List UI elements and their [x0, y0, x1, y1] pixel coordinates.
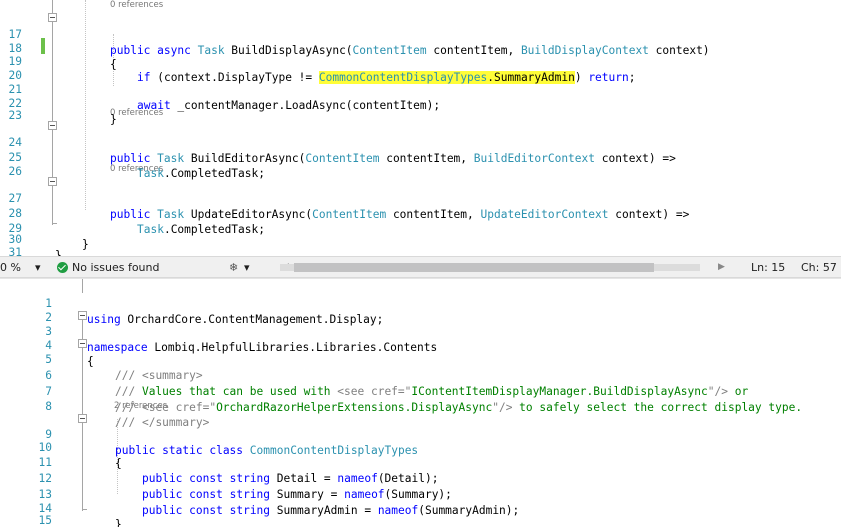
code-text: }	[55, 249, 62, 256]
code-line[interactable]: 12 public const string Summary = nameof(…	[0, 455, 841, 501]
bottom-editor-pane[interactable]: 2 references 1 using OrchardCore.Content…	[0, 278, 841, 527]
code-line[interactable]: 24 public Task BuildEditorAsync(ContentI…	[0, 119, 841, 165]
code-line[interactable]: 26	[0, 148, 841, 178]
editor-status-bar: 100 % ▾ No issues found ❄ ▾ ◀ ▶ Ln: 15 C…	[0, 256, 841, 278]
code-line[interactable]: 11 public const string Detail = nameof(D…	[0, 439, 841, 485]
code-line[interactable]: 8 /// </summary>	[0, 383, 841, 429]
zoom-caret-icon[interactable]: ▾	[35, 260, 41, 275]
code-line[interactable]: 10 {	[0, 424, 841, 470]
zoom-level-dropdown[interactable]: 100 %	[0, 260, 21, 275]
codelens-references[interactable]: 0 references	[110, 0, 163, 11]
filter-caret-icon[interactable]: ▾	[244, 260, 250, 275]
code-line[interactable]: 5 /// <summary>	[0, 336, 841, 382]
scroll-right-arrow-icon[interactable]: ▶	[718, 260, 725, 275]
code-line[interactable]: 31	[0, 229, 841, 256]
check-circle-icon	[57, 262, 68, 273]
code-line[interactable]: 23	[0, 92, 841, 122]
horizontal-scrollbar-thumb[interactable]	[294, 263, 654, 272]
cursor-column[interactable]: Ch: 57	[801, 260, 837, 275]
cursor-line[interactable]: Ln: 15	[751, 260, 785, 275]
code-line[interactable]: 7 /// <see cref="OrchardRazorHelperExten…	[0, 368, 841, 414]
issues-status[interactable]: No issues found	[72, 260, 159, 275]
code-line[interactable]: 28 Task.CompletedTask;	[0, 190, 841, 236]
line-number: 31	[8, 246, 22, 256]
top-editor-pane[interactable]: 0 references 0 references 0 references 1…	[0, 0, 841, 256]
code-line[interactable]: 16	[0, 509, 841, 527]
code-line[interactable]: 27 public Task UpdateEditorAsync(Content…	[0, 175, 841, 221]
filter-icon[interactable]: ❄	[229, 260, 238, 275]
code-line[interactable]: 6 /// Values that can be used with <see …	[0, 352, 841, 398]
